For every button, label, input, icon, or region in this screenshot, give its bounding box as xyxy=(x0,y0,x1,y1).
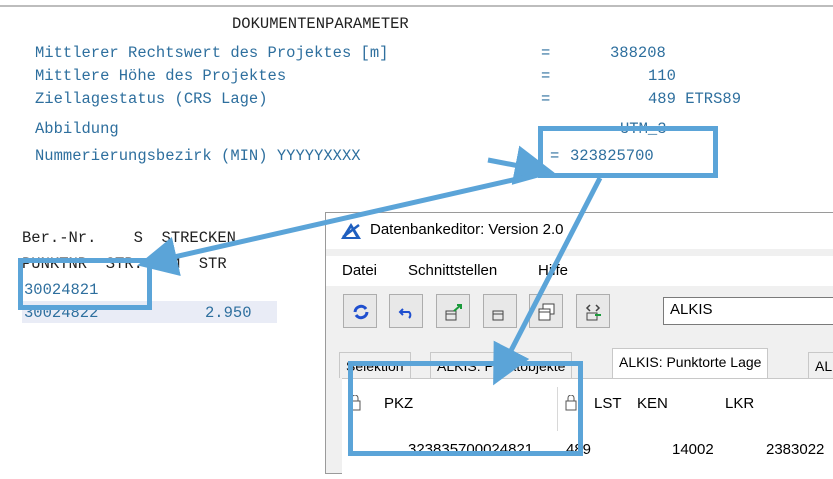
arrow-to-punktnr xyxy=(137,169,549,276)
arrow-to-pkz xyxy=(493,176,603,386)
annotation-arrows xyxy=(137,145,603,386)
arrow-to-bezirk xyxy=(487,145,555,185)
